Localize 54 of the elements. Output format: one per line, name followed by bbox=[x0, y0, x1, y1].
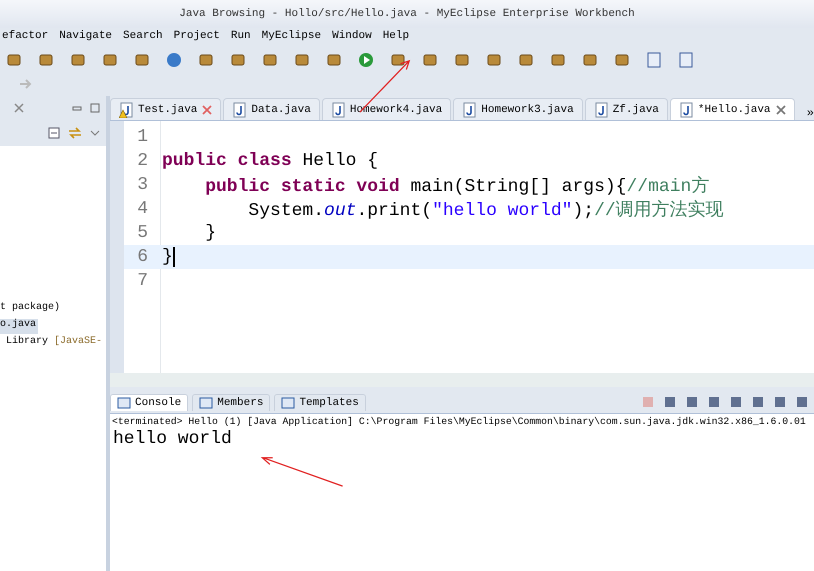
tree-item[interactable]: Library [JavaSE- bbox=[0, 336, 104, 351]
view-tab[interactable]: Console bbox=[110, 394, 188, 410]
tab-overflow[interactable]: » bbox=[806, 106, 814, 120]
editor-tab[interactable]: Test.java bbox=[110, 98, 222, 120]
code-line: public class Hello { bbox=[162, 151, 378, 171]
close-icon[interactable] bbox=[202, 104, 212, 114]
console-tool-icon[interactable] bbox=[750, 394, 766, 410]
close-icon[interactable] bbox=[776, 104, 786, 114]
editor-tab[interactable]: Data.java bbox=[223, 98, 320, 120]
line-number: 4 bbox=[136, 199, 149, 219]
console-status: <terminated> Hello (1) [Java Application] C:\Program Files\MyEclipse\Common\binary\com.sun.java.jdk.win32.x86_1.6.0.01 bbox=[111, 415, 807, 429]
maximize-icon[interactable] bbox=[90, 103, 100, 113]
line-number: 5 bbox=[136, 223, 149, 243]
menu-item[interactable]: Run bbox=[230, 30, 251, 42]
view-icon bbox=[199, 396, 214, 408]
horizontal-scrollbar[interactable] bbox=[110, 373, 814, 387]
console-tool-icon[interactable] bbox=[728, 394, 744, 410]
menu-item[interactable]: Project bbox=[174, 30, 220, 42]
editor-tab[interactable]: *Hello.java bbox=[670, 98, 795, 120]
menu-item[interactable]: Help bbox=[382, 30, 410, 42]
window-title: Java Browsing - Hollo/src/Hello.java - MyEclipse Enterprise Workbench bbox=[179, 8, 635, 20]
tree-item[interactable]: o.java bbox=[0, 319, 38, 334]
close-icon[interactable] bbox=[14, 103, 24, 113]
console-tool-icon[interactable] bbox=[684, 394, 700, 410]
collapse-icon[interactable] bbox=[48, 127, 60, 139]
console-tool-icon[interactable] bbox=[662, 394, 678, 410]
console-tool-icon[interactable] bbox=[794, 394, 810, 410]
line-number: 3 bbox=[136, 175, 149, 195]
view-icon bbox=[281, 396, 296, 408]
menu-item[interactable]: Search bbox=[123, 30, 163, 42]
menu-item[interactable]: Navigate bbox=[59, 30, 112, 42]
code-line: public static void main(String[] args){//main方 bbox=[204, 174, 710, 197]
menu-item[interactable]: MyEclipse bbox=[262, 30, 322, 42]
menu-item[interactable]: efactor bbox=[2, 30, 48, 42]
menu-item[interactable]: Window bbox=[332, 30, 372, 42]
editor-tab[interactable]: Zf.java bbox=[584, 98, 668, 120]
dropdown-icon[interactable] bbox=[90, 130, 100, 136]
code-line: } bbox=[162, 247, 173, 267]
console-tool-icon[interactable] bbox=[706, 394, 722, 410]
line-number: 7 bbox=[136, 271, 149, 291]
code-line: } bbox=[204, 223, 216, 243]
line-number: 2 bbox=[136, 151, 149, 171]
run-icon[interactable] bbox=[358, 52, 374, 68]
console-tool-icon[interactable] bbox=[772, 394, 788, 410]
page-icon[interactable] bbox=[646, 52, 662, 68]
editor-tab[interactable]: Homework3.java bbox=[453, 98, 583, 120]
view-icon bbox=[117, 396, 131, 408]
view-tab[interactable]: Members bbox=[192, 394, 270, 410]
view-tab[interactable]: Templates bbox=[274, 394, 366, 410]
line-number: 1 bbox=[136, 127, 149, 147]
console-output: hello world bbox=[112, 429, 233, 449]
tree-item[interactable]: t package) bbox=[0, 302, 62, 317]
code-line: System.out.print("hello world");//调用方法实现 bbox=[247, 198, 724, 221]
line-number: 6 bbox=[136, 247, 149, 267]
